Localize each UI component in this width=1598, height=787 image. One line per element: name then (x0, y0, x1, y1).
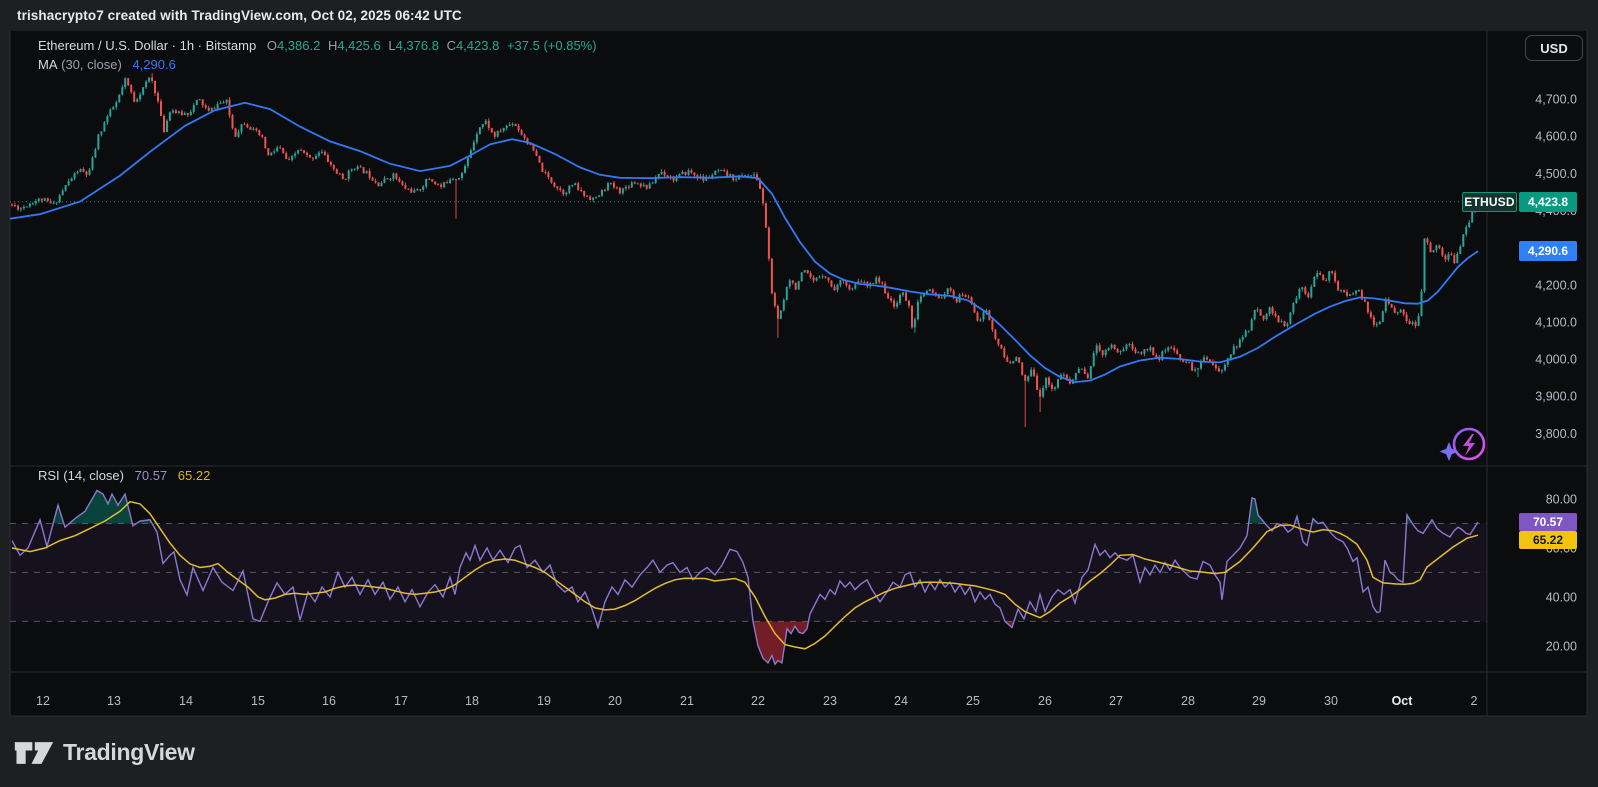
price-tick-label: 4,700.0 (1535, 93, 1577, 107)
time-tick-label: 22 (751, 694, 765, 708)
watermark-text: trishacrypto7 created with TradingView.c… (17, 8, 462, 23)
tradingview-logo-icon (14, 739, 54, 767)
sparkle-glyph (1440, 442, 1459, 461)
change-value: +37.5 (+0.85%) (507, 38, 597, 53)
ma-indicator-label: MA (38, 57, 58, 72)
time-axis-scale[interactable]: 12 13 14 15 16 17 18 19 20 21 22 23 24 25 26 27 28 29 30 Oc… (36, 694, 1477, 708)
time-tick-label: 2 (1471, 694, 1478, 708)
price-tick-label: 3,800.0 (1535, 427, 1577, 441)
symbol-title: Ethereum / U.S. Dollar · 1h · Bitstamp (38, 38, 256, 53)
high-value: 4,425.6 (337, 38, 380, 53)
currency-toggle-button[interactable]: USD (1525, 35, 1583, 61)
open-label: O (267, 38, 277, 53)
price-tick-label: 4,000.0 (1535, 353, 1577, 367)
symbol-price-badge: ETHUSD (1462, 192, 1517, 212)
time-tick-label: 26 (1038, 694, 1052, 708)
rsi-indicator-label: RSI (38, 468, 60, 483)
high-label: H (328, 38, 337, 53)
rsi-tick-label: 20.00 (1546, 639, 1577, 653)
time-tick-label: 25 (966, 694, 980, 708)
price-tick-label: 4,200.0 (1535, 278, 1577, 292)
low-label: L (388, 38, 395, 53)
rsi-tick-label: 80.00 (1546, 493, 1577, 507)
last-price-label: 4,423.8 (1519, 192, 1577, 212)
time-tick-label: 27 (1109, 694, 1123, 708)
time-tick-label: 12 (36, 694, 50, 708)
time-tick-label: 23 (823, 694, 837, 708)
time-tick-label: 13 (107, 694, 121, 708)
price-tick-label: 4,500.0 (1535, 167, 1577, 181)
ma-indicator-params: (30, close) (61, 57, 122, 72)
time-tick-label: 20 (608, 694, 622, 708)
time-tick-label: 15 (251, 694, 265, 708)
rsi-ma-value-label: 65.22 (1519, 531, 1577, 549)
watermark-bar: trishacrypto7 created with TradingView.c… (0, 0, 1598, 30)
currency-label: USD (1540, 41, 1567, 56)
tradingview-logo-text: TradingView (63, 739, 195, 766)
symbol-legend-row[interactable]: Ethereum / U.S. Dollar · 1h · Bitstamp O… (38, 38, 597, 53)
rsi-tick-label: 40.00 (1546, 590, 1577, 604)
rsi-legend-row[interactable]: RSI (14, close) 70.57 65.22 (38, 468, 210, 483)
chart-plot[interactable]: 4,700.04,600.04,500.04,400.04,300.04,200… (0, 0, 1598, 787)
ma-indicator-value: 4,290.6 (132, 57, 175, 72)
ma-legend-row[interactable]: MA (30, close) 4,290.6 (38, 57, 176, 72)
time-tick-label: 29 (1252, 694, 1266, 708)
time-tick-label: 14 (179, 694, 193, 708)
lightning-bolt-glyph (1463, 434, 1475, 456)
rsi-indicator-params: (14, close) (63, 468, 124, 483)
time-tick-label: 18 (465, 694, 479, 708)
rsi-ma-value: 65.22 (178, 468, 211, 483)
low-value: 4,376.8 (396, 38, 439, 53)
price-tick-label: 3,900.0 (1535, 390, 1577, 404)
rsi-value-label: 70.57 (1519, 513, 1577, 531)
time-tick-label: 16 (322, 694, 336, 708)
tradingview-logo[interactable]: TradingView (14, 739, 195, 767)
tradingview-snapshot: 4,700.04,600.04,500.04,400.04,300.04,200… (0, 0, 1598, 787)
open-value: 4,386.2 (277, 38, 320, 53)
price-tick-label: 4,600.0 (1535, 130, 1577, 144)
price-tick-label: 4,100.0 (1535, 315, 1577, 329)
ma-price-label: 4,290.6 (1519, 241, 1577, 261)
time-tick-label: 30 (1324, 694, 1338, 708)
supercharts-lightning-icon[interactable] (1436, 420, 1490, 468)
time-tick-label: Oct (1392, 694, 1414, 708)
close-value: 4,423.8 (456, 38, 499, 53)
time-tick-label: 19 (537, 694, 551, 708)
footer-bar: TradingView (0, 718, 1598, 787)
time-tick-label: 28 (1181, 694, 1195, 708)
rsi-value: 70.57 (135, 468, 168, 483)
time-tick-label: 21 (680, 694, 694, 708)
time-tick-label: 17 (394, 694, 408, 708)
time-tick-label: 24 (894, 694, 908, 708)
close-label: C (447, 38, 456, 53)
